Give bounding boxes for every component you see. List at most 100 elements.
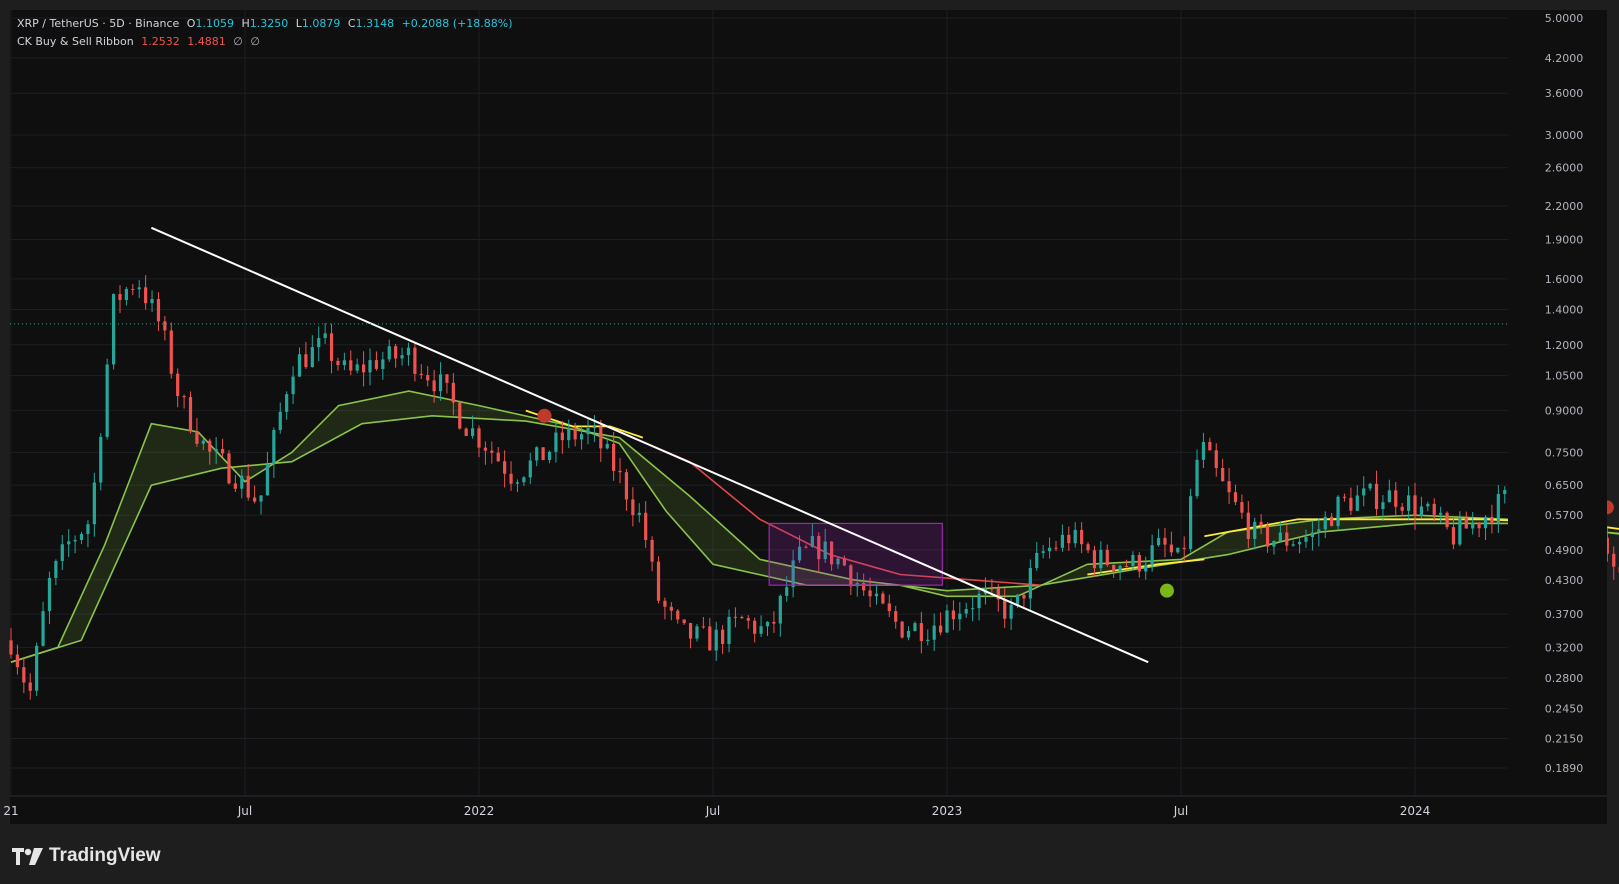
candle-body: [349, 360, 353, 371]
candle-body: [458, 402, 462, 429]
candle-body: [329, 333, 334, 361]
candle-body: [1124, 565, 1129, 567]
candle-body: [926, 639, 930, 642]
candle-body: [99, 436, 103, 483]
change-value: +0.2088 (+18.88%): [401, 17, 513, 30]
candle-body: [406, 347, 411, 356]
candle-body: [554, 432, 558, 452]
candle-body: [195, 431, 199, 444]
price-tick-label: 1.6000: [1545, 273, 1584, 286]
candle-body: [1477, 522, 1481, 529]
candle-body: [1112, 565, 1116, 572]
candle-body: [227, 453, 231, 484]
candle-body: [73, 539, 77, 542]
candle-body: [1323, 516, 1327, 530]
candle-body: [483, 447, 488, 451]
candle-body: [1015, 594, 1020, 605]
indicator-name[interactable]: CK Buy & Sell Ribbon: [17, 35, 134, 48]
candle-body: [1612, 553, 1616, 567]
candle-body: [612, 443, 616, 471]
candle-body: [1156, 537, 1161, 546]
close-key: C: [347, 17, 356, 30]
empty-set-icon: ∅: [233, 35, 243, 48]
candle-body: [676, 610, 680, 620]
candle-body: [1035, 552, 1039, 568]
candle-body: [131, 289, 135, 291]
candle-body: [400, 355, 404, 359]
candle-body: [163, 321, 167, 331]
buy-signal: [1159, 583, 1174, 598]
candle-body: [496, 452, 500, 462]
candle-body: [567, 428, 571, 441]
candle-body: [1137, 554, 1141, 572]
symbol-title[interactable]: XRP / TetherUS · 5D · Binance: [17, 17, 179, 30]
candle-body: [394, 346, 398, 359]
candle-body: [278, 411, 282, 431]
candle-body: [958, 613, 962, 620]
chart-frame: 1.31483d 7h 5.00004.20003.60003.00002.60…: [0, 0, 1619, 884]
tradingview-logo-icon: [12, 847, 43, 865]
candle-body: [650, 539, 654, 562]
candle-body: [547, 451, 552, 461]
price-chart[interactable]: 1.31483d 7h 5.00004.20003.60003.00002.60…: [0, 0, 1619, 884]
candle-body: [253, 497, 257, 502]
candle-body: [124, 289, 128, 300]
candle-body: [118, 294, 122, 300]
candle-body: [1483, 516, 1488, 529]
candle-body: [1233, 492, 1238, 503]
candle-body: [573, 428, 577, 440]
candle-body: [1496, 494, 1500, 524]
candle-body: [1458, 518, 1462, 545]
candle-body: [1227, 481, 1231, 493]
time-tick-label: Jul: [705, 804, 720, 818]
candle-body: [637, 512, 641, 516]
candle-body: [701, 626, 705, 628]
price-tick-label: 1.4000: [1545, 303, 1584, 316]
candle-body: [336, 360, 340, 366]
candle-body: [919, 623, 923, 642]
chart-background: [10, 10, 1607, 824]
candle-body: [105, 364, 109, 437]
indicator-value-2: 1.4881: [187, 35, 226, 48]
candle-body: [753, 620, 757, 634]
high-key: H: [241, 17, 250, 30]
candle-body: [727, 616, 731, 645]
candle-body: [374, 360, 379, 369]
candle-body: [503, 461, 507, 474]
candle-body: [1265, 525, 1270, 547]
price-tick-label: 0.2450: [1545, 703, 1584, 716]
price-tick-label: 1.0500: [1545, 369, 1584, 382]
candle-body: [1471, 522, 1475, 529]
candle-body: [208, 440, 212, 452]
candle-body: [772, 621, 776, 624]
candle-body: [368, 360, 372, 373]
candle-body: [470, 428, 475, 436]
candle-body: [733, 616, 738, 618]
candle-body: [990, 588, 994, 590]
price-tick-label: 3.6000: [1545, 87, 1584, 100]
candle-body: [1464, 518, 1468, 529]
price-axis[interactable]: 5.0000 4.2000 3.6000 3.0000 2.6000 2.2000 1.90…: [1508, 10, 1607, 824]
candle-body: [1406, 495, 1411, 511]
tradingview-logo[interactable]: TradingView: [12, 844, 161, 868]
candle-body: [746, 618, 750, 621]
price-tick-label: 5.0000: [1545, 12, 1584, 25]
price-tick-label: 0.4900: [1545, 544, 1584, 557]
candle-body: [1105, 549, 1109, 566]
candle-body: [592, 426, 596, 429]
candle-body: [1381, 502, 1385, 510]
candle-body: [1246, 512, 1250, 539]
candle-body: [15, 654, 20, 668]
candle-body: [682, 619, 686, 624]
candle-body: [881, 593, 885, 604]
candle-body: [297, 354, 302, 377]
candle-body: [785, 587, 789, 596]
candle-body: [938, 625, 943, 633]
candle-body: [355, 364, 359, 371]
candle-body: [22, 667, 26, 683]
candle-body: [1490, 516, 1494, 524]
candle-body: [695, 626, 699, 639]
candle-body: [86, 524, 90, 534]
candle-body: [438, 374, 443, 392]
candle-body: [1285, 532, 1289, 546]
